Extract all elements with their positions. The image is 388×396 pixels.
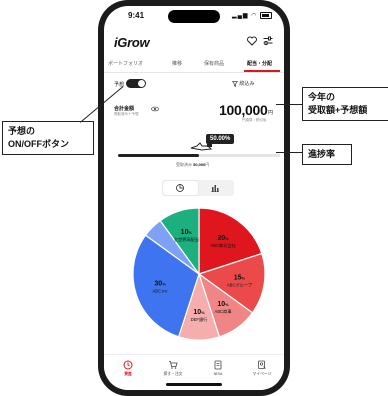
progress-bar (118, 154, 280, 157)
total-amount-note: 円換算・税引後 (242, 118, 267, 122)
total-amount-sublabel: 受取済み＋予想 (114, 112, 139, 116)
progress-caption-label: 受取済み (176, 162, 192, 167)
pie-slice-label: ABCグループ (227, 281, 253, 288)
eye-icon[interactable] (151, 106, 159, 112)
user-card-icon (258, 360, 266, 369)
bar-view-button[interactable] (198, 181, 233, 195)
nav-nisa-label: NISA (213, 372, 223, 376)
home-indicator (166, 383, 222, 386)
battery-icon (260, 12, 273, 19)
clock-icon (123, 360, 133, 370)
bar-chart-icon (211, 185, 219, 192)
app-screen: 9:41 ▂▄▆ ◠ iGrow ポートフォリオ 推移 保有商品 配当・分配 予… (104, 6, 284, 390)
total-amount-label: 合計金額 (114, 106, 135, 112)
nav-assets[interactable]: 資産 (110, 360, 146, 377)
document-icon (214, 360, 222, 370)
tab-bar: ポートフォリオ 推移 保有商品 配当・分配 (104, 56, 284, 73)
nav-search-order-label: 探す・注文 (163, 372, 183, 376)
pie-slice-percent: 10% (193, 309, 205, 316)
total-amount-unit: 円 (268, 110, 274, 116)
filter-icon (232, 80, 238, 87)
pie-slice-label: ABC株式会社 (210, 242, 235, 249)
nav-nisa[interactable]: NISA (200, 360, 236, 376)
nav-mypage-label: マイページ (252, 372, 272, 376)
status-icons: ▂▄▆ ◠ (232, 12, 273, 20)
callout-forecast-toggle: 予想の ON/OFFボタン (2, 121, 94, 155)
pie-slice-percent: 15% (234, 274, 246, 281)
pie-slice-percent: 10% (217, 301, 229, 308)
callout-received-total: 今年の 受取額+予想額 (302, 87, 388, 121)
filter-button[interactable]: 絞込み (232, 80, 254, 87)
app-logo: iGrow (114, 35, 150, 50)
nav-search-order[interactable]: 探す・注文 (155, 360, 191, 377)
dividend-pie-chart: 20%ABC株式会社15%ABCグループ10%ABC商事10%DEF銀行30%A… (132, 207, 266, 341)
pie-slice-label: ABC商事 (215, 308, 232, 315)
progress-caption-unit: 円 (205, 162, 210, 167)
filter-label: 絞込み (239, 81, 255, 87)
chart-view-toggle (162, 180, 234, 196)
callout-received-line (276, 104, 302, 105)
app-header: iGrow (104, 31, 284, 53)
heart-icon[interactable] (246, 35, 258, 47)
wifi-icon: ◠ (251, 13, 258, 20)
pie-view-button[interactable] (163, 181, 198, 195)
tab-trend[interactable]: 推移 (172, 60, 182, 67)
pie-slice-percent: 30% (154, 281, 166, 288)
pie-slice-label: DEF銀行 (191, 316, 208, 323)
progress-percent-badge: 50.00% (206, 134, 235, 144)
nav-mypage[interactable]: マイページ (244, 360, 280, 377)
settings-sliders-icon[interactable] (262, 35, 274, 47)
progress-caption: 受取済み 50,000円 (176, 162, 209, 168)
pie-slice-label: 全世界高配当 (174, 236, 199, 243)
forecast-toggle[interactable] (126, 79, 146, 88)
pie-slice-percent: 20% (217, 235, 229, 242)
cart-icon (169, 361, 178, 369)
signal-icon: ▂▄▆ (232, 13, 249, 20)
toggle-knob (138, 80, 145, 87)
nav-assets-label: 資産 (124, 372, 132, 376)
tab-dividends[interactable]: 配当・分配 (247, 60, 272, 67)
tab-holdings[interactable]: 保有商品 (204, 60, 224, 67)
progress-caption-value: 50,000 (193, 162, 206, 167)
pie-chart-icon (176, 184, 184, 192)
tab-portfolio[interactable]: ポートフォリオ (108, 60, 143, 67)
progress-bar-fill (118, 154, 199, 157)
total-amount-value: 100,000 (219, 102, 268, 118)
active-tab-indicator (244, 70, 280, 72)
pie-slice-label: ABC.inc (153, 289, 168, 294)
dynamic-island (168, 10, 220, 23)
callout-progress-line (276, 152, 302, 153)
callout-progress-rate: 進捗率 (302, 144, 352, 165)
status-time: 9:41 (128, 11, 145, 20)
pie-slice-percent: 10% (181, 229, 193, 236)
